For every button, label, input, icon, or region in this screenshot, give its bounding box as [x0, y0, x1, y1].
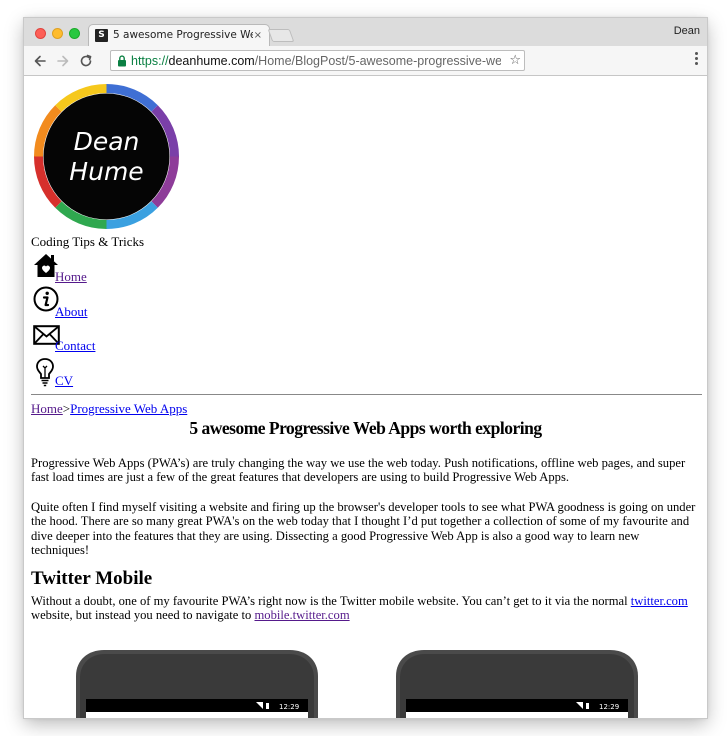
nav-home-link[interactable]: Home	[55, 269, 87, 285]
phone-1-time: 12:29	[279, 703, 299, 711]
close-window-button[interactable]	[35, 28, 46, 39]
nav-contact-link[interactable]: Contact	[55, 338, 95, 354]
nav-cv-icon-wrap	[35, 357, 55, 391]
site-tagline: Coding Tips & Tricks	[31, 234, 145, 249]
browser-tab[interactable]: S 5 awesome Progressive Web A ×	[88, 24, 270, 46]
nav-contact-label[interactable]: Contact	[55, 338, 95, 353]
browser-toolbar: https://deanhume.com/Home/BlogPost/5-awe…	[24, 46, 707, 76]
phone-screenshot-1: 12:29	[76, 650, 318, 718]
bookmark-star-icon[interactable]: ☆	[509, 52, 521, 69]
lock-icon	[118, 55, 126, 67]
divider	[31, 394, 702, 395]
second-paragraph: Quite often I find myself visiting a web…	[31, 500, 696, 557]
breadcrumb-home-link[interactable]: Home	[31, 401, 63, 416]
forward-icon[interactable]	[55, 53, 71, 69]
breadcrumb-category-link[interactable]: Progressive Web Apps	[70, 401, 187, 416]
back-icon[interactable]	[32, 53, 48, 69]
phone-2-time: 12:29	[599, 703, 619, 711]
browser-menu-icon[interactable]	[695, 52, 698, 67]
twitter-paragraph: Without a doubt, one of my favourite PWA…	[31, 594, 699, 623]
page-content: Dean Hume Coding Tips & Tricks Home Abou…	[24, 76, 707, 718]
browser-window: S 5 awesome Progressive Web A × Dean htt…	[24, 18, 707, 718]
minimize-window-button[interactable]	[52, 28, 63, 39]
nav-about-label[interactable]: About	[55, 304, 88, 319]
nav-about-link[interactable]: About	[55, 304, 88, 320]
new-tab-button[interactable]	[267, 29, 295, 42]
twitter-paragraph-text-2: website, but instead you need to navigat…	[31, 608, 255, 623]
breadcrumb: Home>Progressive Web Apps	[31, 401, 187, 417]
intro-paragraph: Progressive Web Apps (PWA’s) are truly c…	[31, 456, 686, 485]
address-bar[interactable]: https://deanhume.com/Home/BlogPost/5-awe…	[110, 50, 525, 71]
url-scheme: https://	[131, 54, 169, 68]
logo-text-line2: Hume	[69, 157, 143, 186]
tab-strip: S 5 awesome Progressive Web A × Dean	[24, 18, 707, 46]
profile-name[interactable]: Dean	[674, 25, 700, 37]
phone-screenshot-2: 12:29	[396, 650, 638, 718]
tab-title: 5 awesome Progressive Web A	[113, 29, 253, 41]
nav-home-label[interactable]: Home	[55, 269, 87, 284]
logo-text-line1: Dean	[74, 127, 140, 156]
url-text: https://deanhume.com/Home/BlogPost/5-awe…	[131, 53, 501, 69]
nav-cv-link[interactable]: CV	[55, 373, 73, 389]
section-heading: Twitter Mobile	[31, 568, 153, 589]
post-title: 5 awesome Progressive Web Apps worth exp…	[189, 418, 542, 438]
mobile-twitter-link[interactable]: mobile.twitter.com	[254, 608, 349, 622]
nav-cv-label[interactable]: CV	[55, 373, 73, 388]
reload-icon[interactable]	[78, 53, 94, 69]
twitter-link[interactable]: twitter.com	[631, 594, 688, 608]
site-logo[interactable]: Dean Hume	[34, 84, 179, 229]
maximize-window-button[interactable]	[69, 28, 80, 39]
tab-close-icon[interactable]: ×	[254, 29, 262, 43]
twitter-paragraph-text-1: Without a doubt, one of my favourite PWA…	[31, 594, 631, 608]
favicon-icon: S	[95, 29, 108, 42]
url-host: deanhume.com	[168, 54, 255, 68]
lightbulb-icon	[36, 358, 54, 387]
url-path: /Home/BlogPost/5-awesome-progressive-web…	[254, 54, 501, 68]
